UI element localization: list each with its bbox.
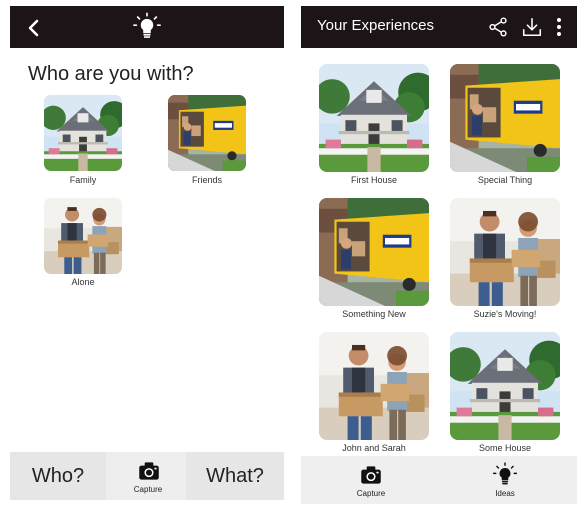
house-photo [450, 332, 560, 440]
experience-card[interactable]: Special Thing [450, 64, 560, 190]
moving-truck-photo [319, 198, 429, 306]
experience-card[interactable]: Suzie's Moving! [450, 198, 560, 324]
moving-truck-photo [168, 95, 246, 171]
lightbulb-icon [132, 11, 162, 43]
chevron-left-icon [28, 19, 39, 37]
couple-boxes-photo [450, 198, 560, 306]
experience-label: First House [350, 175, 397, 185]
experience-card[interactable]: Something New [319, 198, 429, 324]
house-photo [44, 95, 122, 171]
more-menu-button[interactable] [551, 16, 567, 38]
bottom-bar: Capture Ideas [301, 456, 577, 504]
experience-label: Special Thing [477, 175, 533, 185]
experience-label: John and Sarah [342, 443, 406, 453]
share-button[interactable] [487, 16, 509, 38]
moving-truck-photo [450, 64, 560, 172]
who-tab[interactable]: Who? [10, 452, 106, 500]
option-label: Friends [191, 175, 222, 185]
option-label: Family [69, 175, 97, 185]
page-title: Your Experiences [317, 17, 435, 34]
share-icon [489, 17, 507, 37]
download-icon [522, 17, 542, 37]
option-alone[interactable]: Alone [44, 198, 122, 296]
experience-card[interactable]: John and Sarah [319, 332, 429, 458]
top-bar: Your Experiences [301, 6, 577, 48]
camera-icon [358, 462, 384, 488]
what-tab[interactable]: What? [186, 452, 284, 500]
option-friends[interactable]: Friends [168, 95, 246, 193]
bottom-bar: Who? Capture What? [10, 452, 284, 500]
experiences-screen: Your Experiences First House Special Thi… [301, 6, 577, 504]
experience-card[interactable]: Some House [450, 332, 560, 458]
more-vertical-icon [557, 18, 561, 36]
capture-button[interactable]: Capture [114, 456, 182, 498]
capture-label: Capture [133, 485, 163, 494]
ideas-button[interactable]: Ideas [473, 460, 537, 502]
option-label: Alone [71, 277, 95, 287]
experiences-grid[interactable]: First House Special Thing Something New … [301, 48, 577, 458]
who-screen: Who are you with? Family Friends Alone W… [10, 6, 284, 500]
house-photo [319, 64, 429, 172]
page-title: Who are you with? [28, 63, 194, 85]
capture-label: Capture [356, 489, 386, 498]
experience-label: Something New [342, 309, 406, 319]
ideas-label: Ideas [495, 489, 515, 498]
capture-button[interactable]: Capture [339, 460, 403, 502]
camera-icon [136, 458, 162, 484]
back-button[interactable] [20, 14, 48, 42]
experience-label: Some House [478, 443, 532, 453]
experience-label: Suzie's Moving! [473, 309, 537, 319]
couple-boxes-photo [319, 332, 429, 440]
couple-boxes-photo [44, 198, 122, 274]
option-family[interactable]: Family [44, 95, 122, 193]
lightbulb-icon [492, 461, 518, 489]
experience-card[interactable]: First House [319, 64, 429, 190]
top-bar [10, 6, 284, 48]
download-button[interactable] [521, 16, 543, 38]
